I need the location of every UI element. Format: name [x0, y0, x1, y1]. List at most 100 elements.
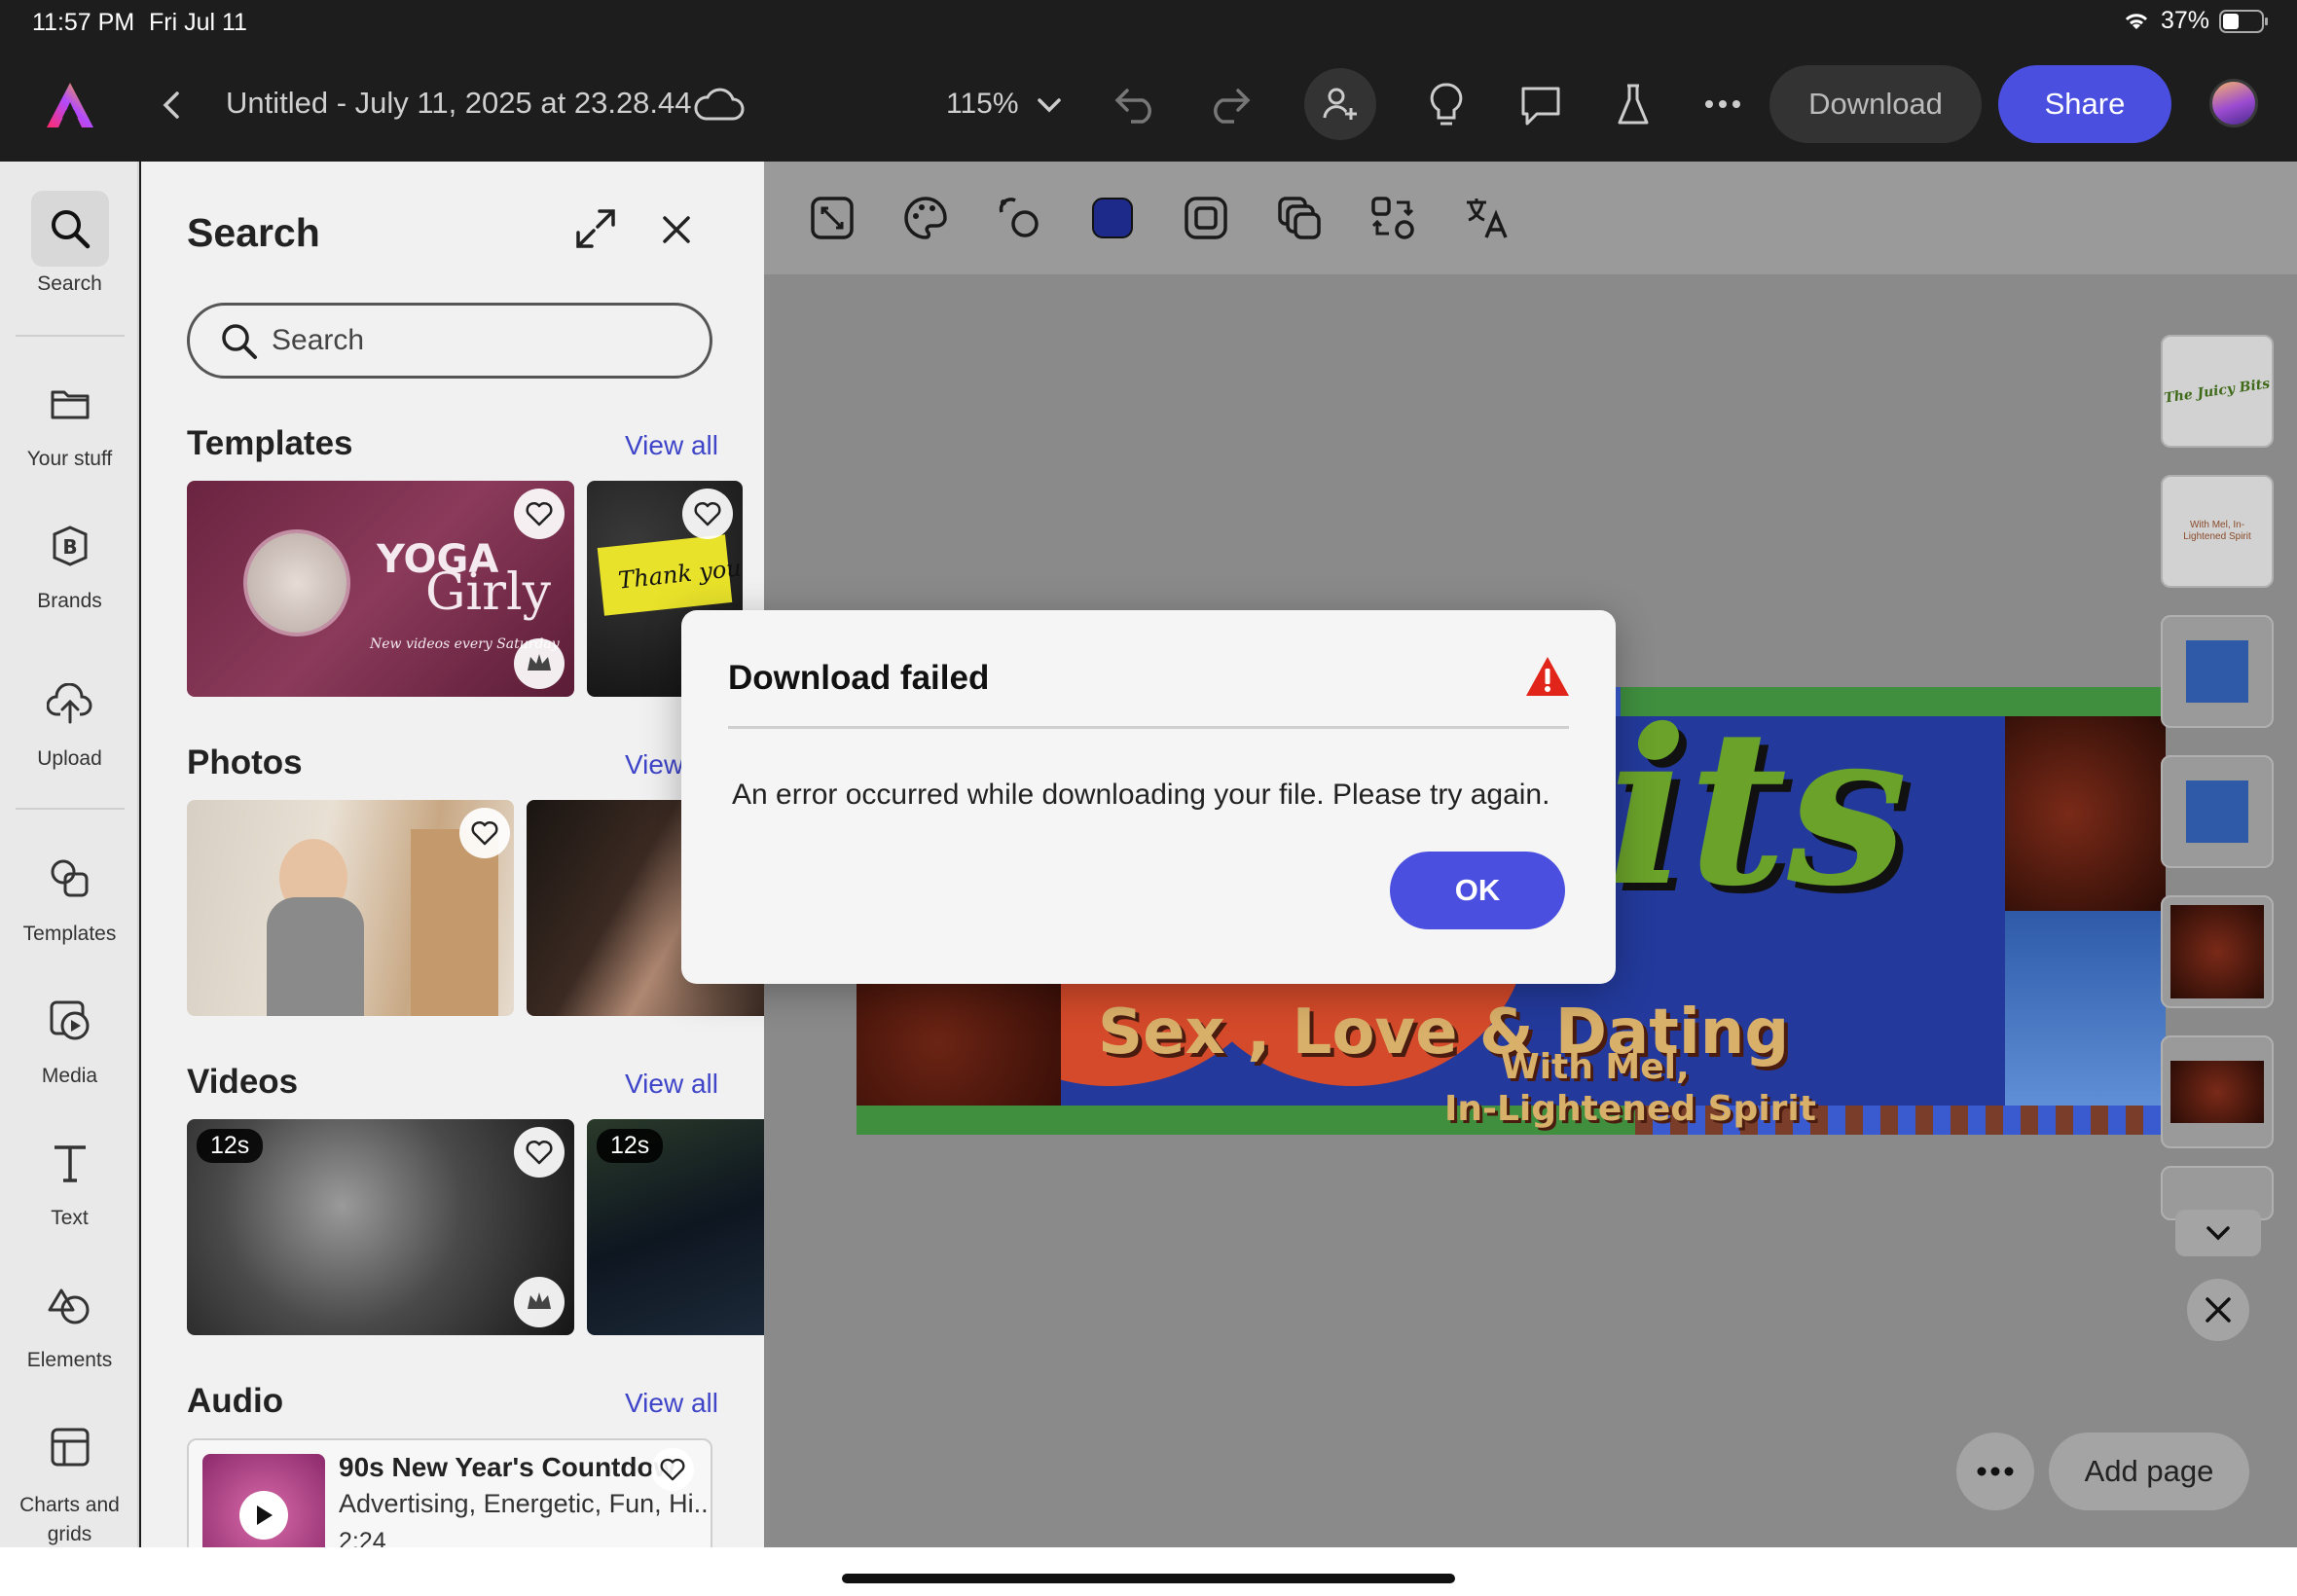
top-bar: Untitled - July 11, 2025 at 23.28.44 115… [0, 47, 2297, 162]
share-button[interactable]: Share [1998, 65, 2171, 143]
rail-label: Search [37, 272, 102, 295]
audio-title: 90s New Year's Countdow [339, 1452, 675, 1482]
add-page-button[interactable]: Add page [2049, 1433, 2249, 1510]
audio-card[interactable]: 90s New Year's Countdow Advertising, Ene… [187, 1438, 712, 1547]
rail-item-your-stuff[interactable]: Your stuff [0, 366, 139, 471]
status-right: 37% [2122, 7, 2270, 35]
dialog-divider [728, 726, 1569, 729]
heart-icon[interactable] [514, 489, 565, 539]
rail-item-elements[interactable]: Elements [0, 1267, 139, 1372]
bottom-bar [0, 1547, 2297, 1596]
close-icon[interactable] [655, 208, 698, 251]
more-options-icon[interactable] [1956, 1433, 2034, 1510]
play-icon[interactable] [239, 1491, 288, 1540]
page-thumbnail[interactable] [2161, 615, 2274, 728]
invite-collaborator-icon[interactable] [1304, 68, 1376, 140]
text-icon [31, 1125, 109, 1201]
brand-icon: B [31, 508, 109, 584]
expand-icon[interactable] [571, 204, 620, 253]
search-input[interactable] [272, 324, 700, 357]
charts-icon [31, 1409, 109, 1485]
page-thumbnail[interactable]: The Juicy Bits [2161, 335, 2274, 448]
color-swatch-icon[interactable] [1085, 191, 1140, 245]
lightbulb-icon[interactable] [1421, 78, 1472, 132]
video-card-aurora[interactable]: 12s [587, 1119, 764, 1335]
dialog-title: Download failed [728, 659, 990, 697]
rail-label: Brands [37, 590, 102, 612]
search-field[interactable] [187, 303, 712, 379]
videos-view-all-link[interactable]: View all [625, 1069, 718, 1100]
rail-divider [16, 808, 125, 810]
home-indicator[interactable] [842, 1574, 1455, 1583]
search-panel: Search Templates View all YOGA Girly New… [141, 162, 764, 1547]
rail-item-text[interactable]: Text [0, 1125, 139, 1230]
download-failed-dialog: Download failed An error occurred while … [681, 610, 1616, 984]
search-icon [219, 321, 258, 360]
comment-icon[interactable] [1513, 78, 1568, 132]
audio-cover [202, 1454, 325, 1547]
search-icon [30, 191, 109, 267]
folder-icon [31, 366, 109, 442]
heart-icon[interactable] [514, 1127, 565, 1178]
redo-icon[interactable] [1201, 80, 1256, 128]
rail-item-templates[interactable]: Templates [0, 841, 139, 946]
svg-text:B: B [62, 535, 77, 559]
rail-item-upload[interactable]: Upload [0, 666, 139, 771]
rail-item-media[interactable]: Media [0, 983, 139, 1088]
rail-item-charts-and-grids[interactable]: Charts and grids [0, 1409, 139, 1549]
palette-icon[interactable] [898, 191, 953, 245]
battery-percent: 37% [2160, 7, 2209, 34]
layers-icon[interactable] [1272, 191, 1327, 245]
resize-icon[interactable] [805, 191, 859, 245]
page-thumbnail[interactable] [2161, 1035, 2274, 1148]
photos-heading: Photos [187, 744, 303, 781]
chevron-down-icon[interactable] [2175, 1210, 2261, 1256]
rail-item-brands[interactable]: B Brands [0, 508, 139, 613]
status-time: 11:57 PM [32, 9, 135, 36]
chevron-down-icon[interactable] [1030, 90, 1069, 121]
heart-icon[interactable] [682, 489, 733, 539]
document-title[interactable]: Untitled - July 11, 2025 at 23.28.44 [226, 86, 692, 121]
template-photo [243, 529, 350, 636]
elements-icon [31, 1267, 109, 1343]
beaker-icon[interactable] [1608, 78, 1659, 132]
close-icon[interactable] [2187, 1279, 2249, 1341]
shapes-icon[interactable] [992, 191, 1046, 245]
translate-icon[interactable] [1459, 191, 1513, 245]
page-thumbnail[interactable] [2161, 895, 2274, 1008]
template-text: Girly [425, 563, 552, 622]
heart-icon[interactable] [459, 808, 510, 858]
banner-byline: In-Lightened Spirit [1444, 1089, 1816, 1129]
audio-view-all-link[interactable]: View all [625, 1388, 718, 1419]
cloud-icon[interactable] [689, 84, 747, 127]
food-photo [857, 979, 1061, 1106]
ok-button[interactable]: OK [1390, 852, 1565, 929]
heart-icon[interactable] [651, 1448, 694, 1491]
video-card-bubbles[interactable]: 12s [187, 1119, 574, 1335]
download-button[interactable]: Download [1769, 65, 1982, 143]
undo-icon[interactable] [1110, 80, 1164, 128]
more-options-icon[interactable] [1698, 90, 1747, 119]
avatar[interactable] [2209, 79, 2258, 127]
page-thumbnail[interactable]: With Mel, In-Lightened Spirit [2161, 475, 2274, 588]
status-bar: 11:57 PM Fri Jul 11 37% [0, 0, 2297, 47]
background-remove-icon[interactable] [1179, 191, 1233, 245]
rail-item-search[interactable]: Search [0, 191, 139, 296]
back-icon[interactable] [152, 84, 191, 127]
battery-icon [2219, 9, 2270, 34]
rail-label: Text [51, 1207, 89, 1229]
status-date: Fri Jul 11 [149, 9, 247, 36]
premium-crown-icon [514, 1277, 565, 1327]
replace-icon[interactable] [1366, 191, 1420, 245]
audio-heading: Audio [187, 1382, 284, 1420]
templates-heading: Templates [187, 424, 353, 462]
edit-toolbar [764, 162, 2297, 274]
adobe-express-logo[interactable] [41, 78, 99, 132]
restroom-sign [2005, 911, 2166, 1106]
template-card-yoga[interactable]: YOGA Girly New videos every Saturday [187, 481, 574, 697]
photo-card-toddler[interactable] [187, 800, 514, 1016]
page-thumbnail[interactable] [2161, 755, 2274, 868]
zoom-level[interactable]: 115% [946, 88, 1019, 121]
media-icon [31, 983, 109, 1059]
templates-view-all-link[interactable]: View all [625, 430, 718, 461]
